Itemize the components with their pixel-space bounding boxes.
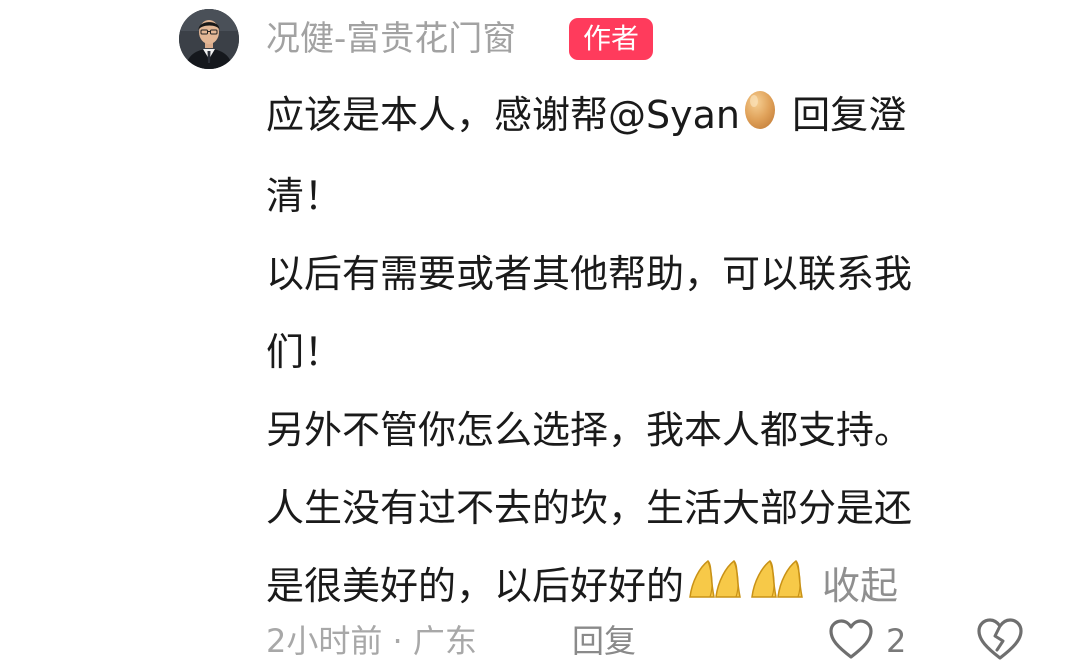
- comment-text-last: 是很美好的，以后好好的: [266, 563, 685, 608]
- like-count: 2: [886, 622, 907, 660]
- reply-button[interactable]: 回复: [572, 618, 636, 664]
- folded-hands-emoji-icon: [748, 549, 806, 627]
- comment-text-mention[interactable]: 应该是本人，感谢帮@Syan: [266, 93, 740, 137]
- heart-outline-icon: [828, 618, 874, 664]
- author-badge: 作者: [569, 18, 653, 60]
- avatar[interactable]: [179, 9, 239, 69]
- comment-line-5: 另外不管你怎么选择，我本人都支持。: [266, 407, 913, 452]
- comment-line-1: 应该是本人，感谢帮@Syan 回复澄: [266, 76, 1046, 157]
- dislike-button[interactable]: [976, 617, 1024, 665]
- author-name[interactable]: 况健-富贵花门窗: [266, 14, 516, 64]
- folded-hands-emoji-icon: [686, 549, 744, 627]
- comment-line-4: 们！: [266, 329, 343, 374]
- comment-line-7: 是很美好的，以后好好的 收起: [266, 547, 1046, 628]
- comment-time-location: 2小时前 · 广东: [266, 622, 477, 660]
- comment-line-3: 以后有需要或者其他帮助，可以联系我: [266, 251, 913, 296]
- comment-text-reply: 回复澄: [779, 93, 907, 137]
- comment-line-6: 人生没有过不去的坎，生活大部分是还: [266, 485, 913, 530]
- comment-body: 应该是本人，感谢帮@Syan 回复澄 清！ 以后有需要或者其他帮助，可以联系我 …: [266, 76, 1046, 627]
- comment-page: 况健-富贵花门窗 作者 应该是本人，感谢帮@Syan 回复澄 清！ 以后有需要或…: [0, 0, 1079, 672]
- egg-emoji-icon: [742, 79, 778, 157]
- comment-line-2: 清！: [266, 173, 343, 218]
- like-button[interactable]: 2: [828, 617, 906, 665]
- broken-heart-icon: [976, 618, 1024, 665]
- collapse-button[interactable]: 收起: [822, 564, 898, 608]
